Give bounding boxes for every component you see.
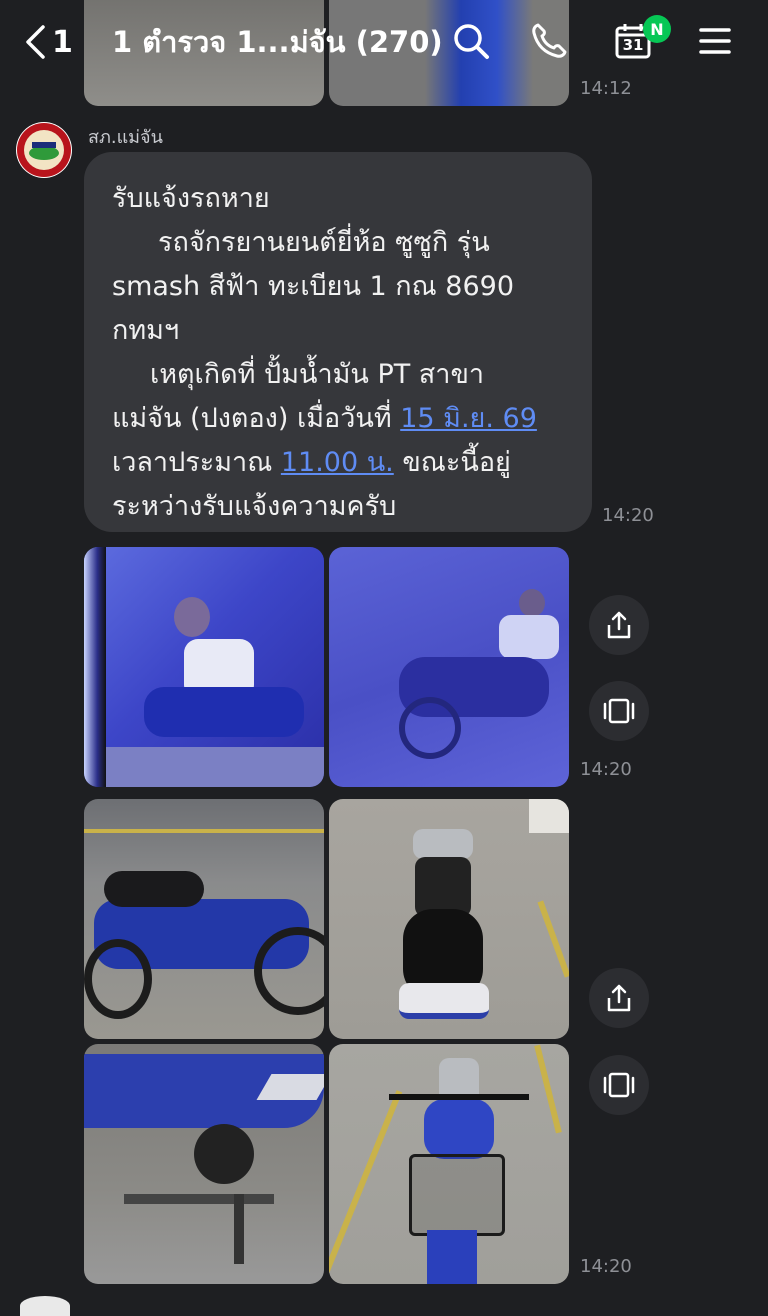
menu-button[interactable]: [692, 18, 738, 64]
message-line: smash สีฟ้า ทะเบียน 1 กณ 8690: [112, 271, 514, 302]
unread-count: 1: [52, 24, 73, 60]
message-line: ระหว่างรับแจ้งความครับ: [112, 491, 397, 522]
photo-cctv-1[interactable]: [84, 547, 324, 787]
message-text: ขณะนี้อยู่: [393, 447, 511, 478]
message-text: เวลาประมาณ: [112, 447, 281, 478]
message-line: รถจักรยานยนต์ยี่ห้อ ซูซูกิ รุ่น: [158, 227, 490, 258]
date-link[interactable]: 15 มิ.ย. 69: [400, 403, 537, 434]
message-line: เหตุเกิดที่ ปั้มน้ำมัน PT สาขา: [150, 359, 485, 390]
share-button[interactable]: [589, 595, 649, 655]
calendar-icon: 31 N: [613, 15, 671, 61]
back-button[interactable]: 1: [24, 20, 84, 64]
photo-motorcycle-4[interactable]: [329, 1044, 569, 1284]
call-button[interactable]: [526, 18, 572, 64]
message-line: รับแจ้งรถหาย: [112, 183, 270, 214]
phone-icon: [532, 23, 567, 58]
share-icon: [607, 984, 631, 1012]
sender-name: สภ.แม่จัน: [88, 127, 163, 148]
chat-title[interactable]: 1 ตำรวจ 1...ม่จัน (270): [112, 20, 443, 64]
message-text: แม่จัน (ปงตอง) เมื่อวันที่: [112, 403, 401, 434]
message-time: 14:20: [580, 1256, 632, 1277]
share-icon: [607, 611, 631, 639]
message-line: เวลาประมาณ 11.00 น. ขณะนี้อยู่: [112, 440, 511, 483]
avatar[interactable]: [16, 122, 72, 178]
photo-motorcycle-3[interactable]: [84, 1044, 324, 1284]
search-button[interactable]: [448, 18, 494, 64]
calendar-button[interactable]: 31 N: [610, 15, 671, 64]
message-time: 14:20: [602, 505, 654, 526]
message-time: 14:20: [580, 759, 632, 780]
share-button[interactable]: [589, 968, 649, 1028]
message-line: กทมฯ: [112, 315, 180, 346]
photo-motorcycle-1[interactable]: [84, 799, 324, 1039]
message-line: แม่จัน (ปงตอง) เมื่อวันที่ 15 มิ.ย. 69: [112, 396, 537, 439]
chat-header: 1 1 ตำรวจ 1...ม่จัน (270) 31 N: [0, 0, 768, 84]
time-link[interactable]: 11.00 น.: [281, 447, 394, 478]
album-button[interactable]: [589, 681, 649, 741]
album-icon: [603, 698, 635, 724]
menu-icon: [699, 28, 731, 54]
new-badge: N: [643, 15, 671, 43]
photo-cctv-2[interactable]: [329, 547, 569, 787]
chevron-left-icon: [26, 25, 45, 59]
photo-motorcycle-2[interactable]: [329, 799, 569, 1039]
album-button[interactable]: [589, 1055, 649, 1115]
album-icon: [603, 1072, 635, 1098]
search-icon: [454, 24, 489, 59]
avatar[interactable]: [20, 1296, 70, 1316]
calendar-day: 31: [622, 36, 644, 54]
